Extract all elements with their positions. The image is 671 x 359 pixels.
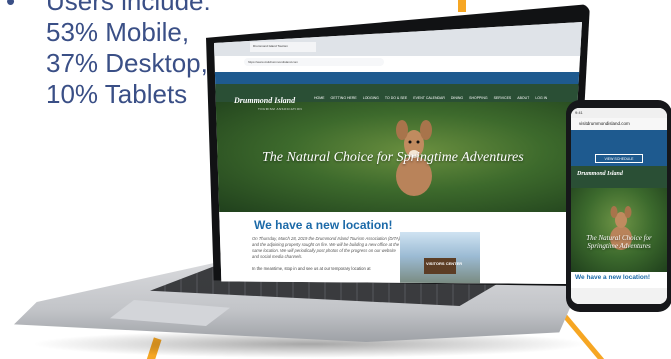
phone-schedule-button[interactable]: VIEW SCHEDULE: [595, 154, 643, 163]
nav-lodging[interactable]: LODGING: [363, 96, 379, 100]
photo-sign-text: VISITORS CENTER: [426, 261, 463, 266]
phone-site-logo[interactable]: Drummond Island: [577, 171, 623, 177]
bullet-line-4: 10% Tablets: [46, 79, 188, 109]
phone-nav-bar: [571, 166, 667, 188]
site-nav: HOME GETTING HERE LODGING TO DO & SEE EV…: [314, 96, 547, 100]
address-bar[interactable]: https://www.visitdrummondisland.com: [244, 58, 384, 66]
nav-log-in[interactable]: LOG IN: [535, 96, 547, 100]
phone-screen: 9:41 visitdrummondisland.com VIEW SCHEDU…: [571, 108, 667, 304]
nav-getting-here[interactable]: GETTING HERE: [331, 96, 357, 100]
browser-tab[interactable]: Drummond Island Tourism: [250, 42, 316, 52]
nav-to-do-see[interactable]: TO DO & SEE: [385, 96, 407, 100]
phone-news-headline: We have a new location!: [575, 274, 651, 281]
phone-address-bar[interactable]: visitdrummondisland.com: [571, 118, 667, 130]
phone-status-bar: 9:41: [571, 108, 667, 118]
phone-hero-title: The Natural Choice for Springtime Advent…: [586, 234, 652, 250]
news-body: In the meantime, stop in and see us at o…: [252, 266, 371, 271]
site-logo[interactable]: Drummond Island: [234, 96, 295, 105]
nav-about[interactable]: ABOUT: [517, 96, 529, 100]
news-body-italic: On Thursday, March 28, 2019 the Drummond…: [252, 236, 401, 259]
nav-event-calendar[interactable]: EVENT CALENDAR: [413, 96, 445, 100]
laptop-screen: Drummond Island Tourism https://www.visi…: [214, 22, 582, 284]
bullet-marker: •: [6, 0, 16, 16]
phone-bottom-toolbar: [571, 288, 667, 304]
users-bullet: • Users include: 53% Mobile, 37% Desktop…: [6, 0, 211, 110]
nav-dining[interactable]: DINING: [451, 96, 463, 100]
accent-line-top: [458, 0, 466, 12]
site-logo-subtitle: TOURISM ASSOCIATION: [258, 107, 303, 111]
nav-home[interactable]: HOME: [314, 96, 325, 100]
nav-services[interactable]: SERVICES: [494, 96, 512, 100]
site-top-bar: [214, 72, 582, 84]
nav-shopping[interactable]: SHOPPING: [469, 96, 487, 100]
bullet-line-1: Users include:: [46, 0, 211, 16]
news-headline: We have a new location!: [254, 218, 393, 232]
hero-title: The Natural Choice for Springtime Advent…: [262, 150, 524, 165]
bullet-line-2: 53% Mobile,: [46, 17, 190, 47]
bullet-line-3: 37% Desktop,: [46, 48, 208, 78]
